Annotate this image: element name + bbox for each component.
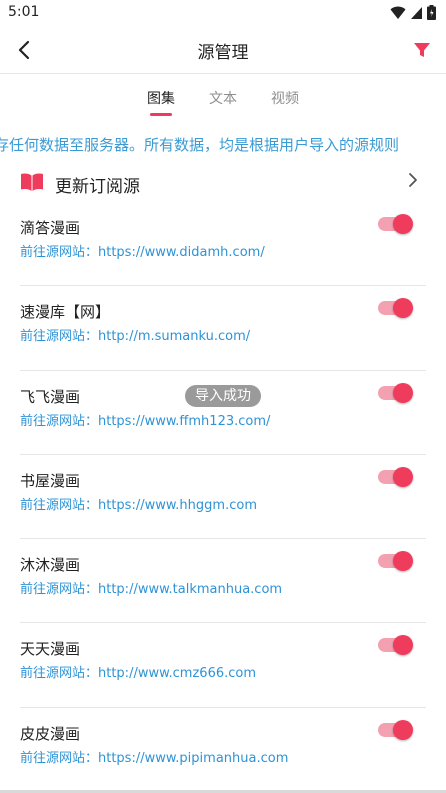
source-name: 滴答漫画 <box>20 219 81 237</box>
list-item[interactable]: 速漫库【网】 前往源网站：http://m.sumanku.com/ <box>20 286 426 371</box>
status-bar: 5:01 <box>0 0 446 26</box>
source-name: 天天漫画 <box>20 640 81 659</box>
source-link[interactable]: 前往源网站：https://www.hhggm.com <box>20 494 257 513</box>
tab-text[interactable]: 文本 <box>207 86 239 116</box>
battery-icon <box>427 5 436 20</box>
update-subscription-label: 更新订阅源 <box>55 177 140 197</box>
source-name: 书屋漫画 <box>20 471 81 490</box>
source-link[interactable]: 前往源网站：http://www.cmz666.com <box>20 662 256 681</box>
signal-icon <box>411 6 422 19</box>
filter-button[interactable] <box>408 36 436 64</box>
list-item[interactable]: 滴答漫画 前往源网站：https://www.didamh.com/ <box>20 202 426 287</box>
list-item[interactable]: 皮皮漫画 前往源网站：https://www.pipimanhua.com <box>20 708 426 793</box>
source-toggle[interactable] <box>378 382 414 403</box>
tab-bar: 图集 文本 视频 <box>0 86 446 118</box>
source-name: 沐沐漫画 <box>20 556 81 575</box>
source-toggle[interactable] <box>378 635 414 656</box>
source-name: 飞飞漫画 <box>20 387 81 406</box>
chevron-right-icon <box>409 173 417 187</box>
source-link[interactable]: 前往源网站：https://www.didamh.com/ <box>20 241 265 260</box>
toast-message: 导入成功 <box>185 385 261 407</box>
source-toggle[interactable] <box>378 298 414 319</box>
notice-text: 存任何数据至服务器。所有数据，均是根据用户导入的源规则 <box>0 136 400 154</box>
notice-marquee: 存任何数据至服务器。所有数据，均是根据用户导入的源规则 <box>0 134 446 156</box>
source-toggle[interactable] <box>378 551 414 572</box>
filter-icon <box>414 43 430 57</box>
list-item[interactable]: 天天漫画 前往源网站：http://www.cmz666.com <box>20 623 426 708</box>
source-toggle[interactable] <box>378 214 414 234</box>
page-title: 源管理 <box>197 43 249 63</box>
book-icon <box>21 173 43 191</box>
source-link[interactable]: 前往源网站：https://www.ffmh123.com/ <box>20 410 270 429</box>
update-subscription-row[interactable]: 更新订阅源 <box>0 166 446 202</box>
list-item[interactable]: 沐沐漫画 前往源网站：http://www.talkmanhua.com <box>20 539 426 624</box>
source-toggle[interactable] <box>378 466 414 487</box>
source-name: 速漫库【网】 <box>20 303 111 322</box>
status-time: 5:01 <box>8 4 40 20</box>
source-link[interactable]: 前往源网站：http://www.talkmanhua.com <box>20 578 282 597</box>
source-name: 皮皮漫画 <box>20 724 81 743</box>
status-icons <box>390 5 436 20</box>
list-item[interactable]: 书屋漫画 前往源网站：https://www.hhggm.com <box>20 455 426 540</box>
source-list: 滴答漫画 前往源网站：https://www.didamh.com/ 速漫库【网… <box>0 202 446 793</box>
tab-gallery[interactable]: 图集 <box>145 86 177 116</box>
tab-video[interactable]: 视频 <box>269 86 301 116</box>
source-link[interactable]: 前往源网站：https://www.pipimanhua.com <box>20 747 288 766</box>
app-bar: 源管理 <box>0 26 446 74</box>
source-toggle[interactable] <box>378 719 414 740</box>
source-link[interactable]: 前往源网站：http://m.sumanku.com/ <box>20 325 250 344</box>
list-item[interactable]: 飞飞漫画 前往源网站：https://www.ffmh123.com/ <box>20 371 426 455</box>
wifi-icon <box>390 6 406 19</box>
